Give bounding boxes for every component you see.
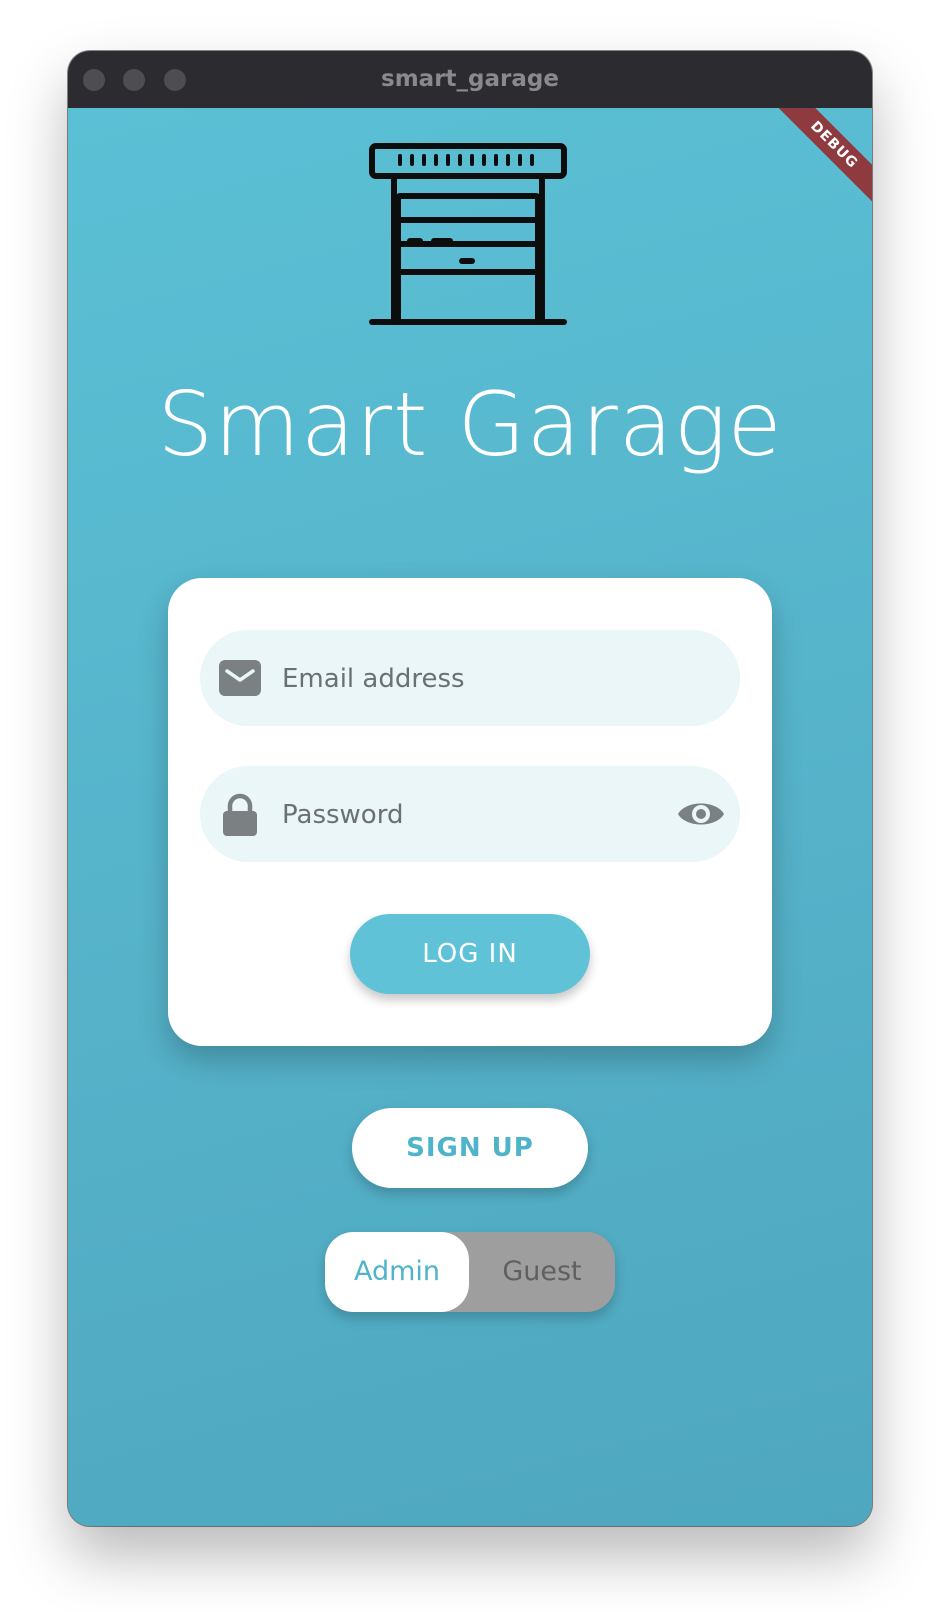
app-window: smart_garage DEBUG Smart Garage Email ad… bbox=[68, 51, 872, 1526]
lock-icon bbox=[223, 793, 257, 836]
role-option-guest[interactable]: Guest bbox=[469, 1232, 615, 1312]
envelope-icon bbox=[219, 660, 261, 696]
login-button[interactable]: LOG IN bbox=[350, 914, 590, 994]
debug-banner: DEBUG bbox=[768, 108, 872, 211]
window-title: smart_garage bbox=[381, 66, 559, 92]
title-bar: smart_garage bbox=[68, 51, 872, 109]
eye-icon[interactable] bbox=[676, 794, 726, 834]
email-input[interactable] bbox=[280, 630, 664, 728]
app-title: Smart Garage bbox=[157, 373, 783, 476]
role-toggle[interactable]: Admin Guest bbox=[325, 1232, 615, 1312]
role-option-admin[interactable]: Admin bbox=[325, 1232, 469, 1312]
garage-door-icon bbox=[369, 143, 567, 325]
signup-button[interactable]: SIGN UP bbox=[352, 1108, 588, 1188]
login-screen: DEBUG Smart Garage Email address LOG IN … bbox=[68, 108, 872, 1526]
password-field[interactable] bbox=[200, 766, 740, 864]
login-card: LOG IN bbox=[168, 578, 772, 1046]
password-input[interactable] bbox=[280, 766, 664, 864]
email-field[interactable] bbox=[200, 630, 740, 728]
